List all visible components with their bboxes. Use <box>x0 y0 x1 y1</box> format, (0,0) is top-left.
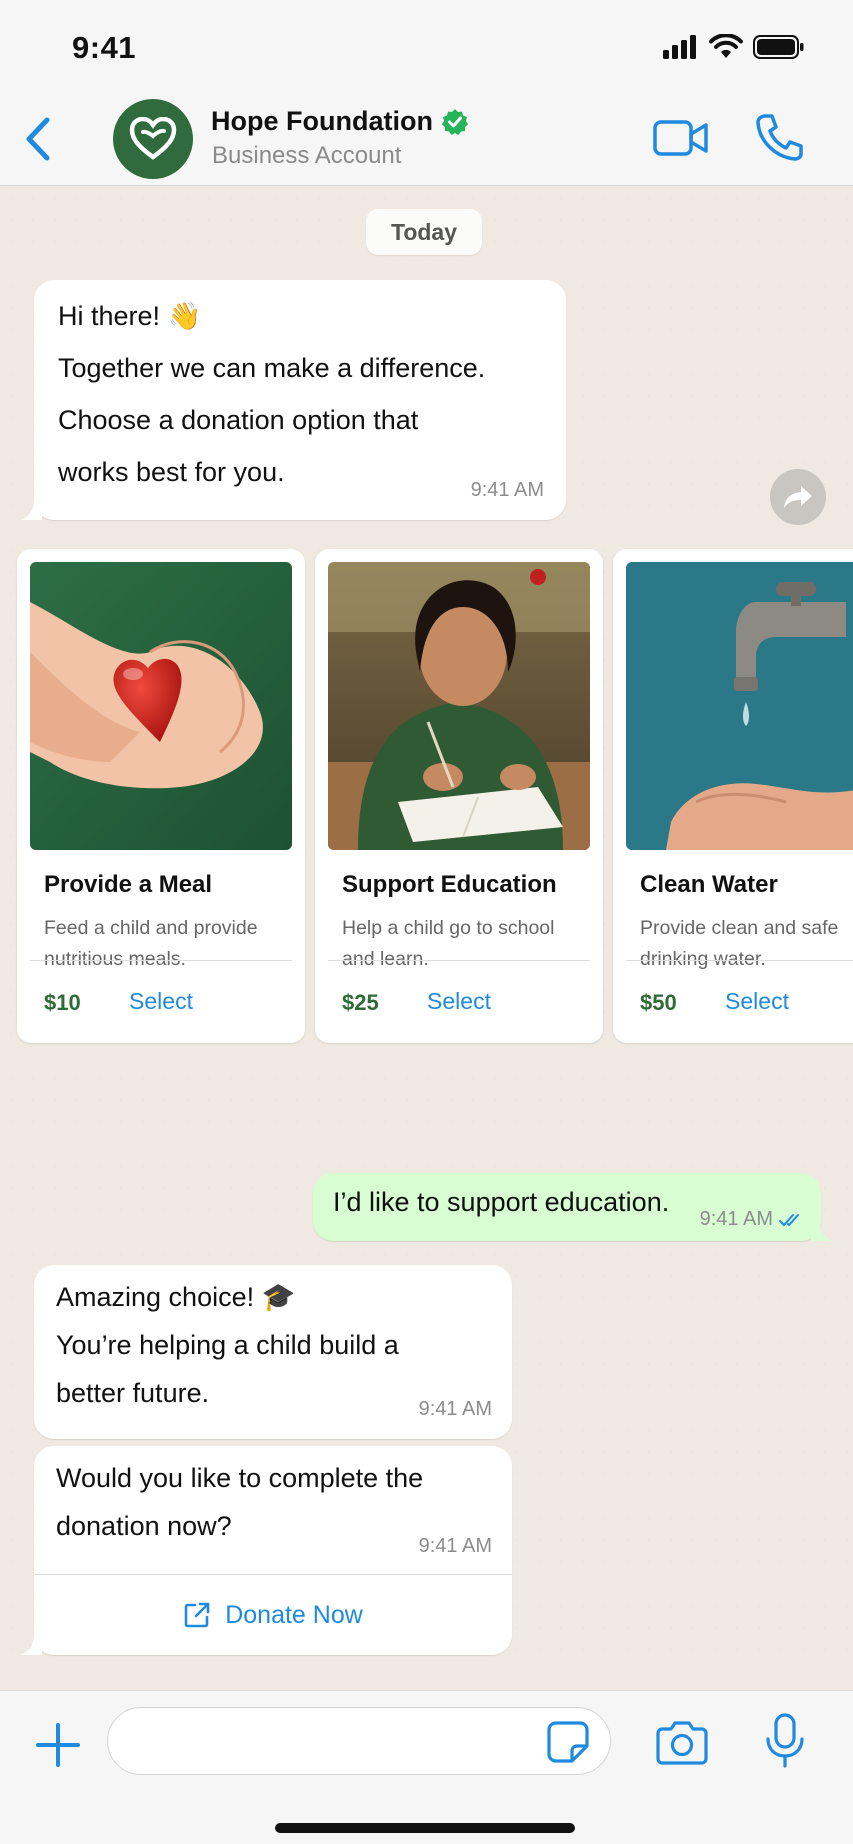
message-timestamp: 9:41 AM <box>700 1208 805 1231</box>
select-button[interactable]: Select <box>17 961 305 1041</box>
message-timestamp: 9:41 AM <box>418 1535 492 1557</box>
sticker-icon <box>547 1721 589 1763</box>
message-input[interactable] <box>130 1708 530 1774</box>
message-input-box[interactable] <box>107 1707 611 1775</box>
message-timestamp: 9:41 AM <box>418 1398 492 1420</box>
donate-now-label: Donate Now <box>225 1600 363 1629</box>
wifi-icon <box>709 34 743 58</box>
message-text: I’d like to support education. <box>333 1187 670 1217</box>
date-separator: Today <box>366 209 482 255</box>
chevron-left-icon <box>26 117 50 161</box>
message-line: works best for you. <box>58 457 285 487</box>
donate-now-button[interactable]: Donate Now <box>34 1575 512 1655</box>
bubble-tail <box>20 500 42 520</box>
card-title: Clean Water <box>640 871 778 898</box>
contact-name[interactable]: Hope Foundation <box>211 106 469 137</box>
select-button[interactable]: Select <box>315 961 603 1041</box>
message-line: Would you like to complete the <box>56 1463 424 1493</box>
card-image-child-writing <box>328 562 590 850</box>
video-call-button[interactable] <box>653 116 709 160</box>
card-image-heart-in-hands <box>30 562 292 850</box>
video-camera-icon <box>653 120 708 156</box>
message-line: Hi there! 👋 <box>58 301 202 331</box>
message-composer <box>0 1690 853 1844</box>
camera-icon <box>656 1721 708 1765</box>
card-title: Support Education <box>342 871 557 898</box>
external-link-icon <box>184 1602 210 1628</box>
chat-header: Hope Foundation Business Account <box>0 92 853 186</box>
donate-prompt-message[interactable]: Would you like to complete the donation … <box>20 1446 512 1655</box>
verified-badge-icon <box>441 108 468 135</box>
battery-icon <box>753 35 804 59</box>
contact-name-label: Hope Foundation <box>211 106 433 136</box>
microphone-icon <box>766 1713 804 1768</box>
phone-icon <box>756 114 803 161</box>
message-line: You’re helping a child build a <box>56 1330 399 1360</box>
welcome-message[interactable]: Hi there! 👋 Together we can make a diffe… <box>20 280 566 520</box>
reply-message[interactable]: Amazing choice! 🎓 You’re helping a child… <box>34 1265 512 1439</box>
donation-card-education[interactable]: Support Education Help a child go to sch… <box>315 549 603 1043</box>
message-timestamp: 9:41 AM <box>470 479 544 501</box>
donation-card-water[interactable]: Clean Water Provide clean and safe drink… <box>613 549 853 1043</box>
bubble-tail <box>811 1221 833 1241</box>
attach-button[interactable] <box>34 1721 82 1769</box>
message-line: Together we can make a difference. <box>58 353 486 383</box>
avatar[interactable] <box>113 99 193 179</box>
double-check-icon <box>779 1213 799 1226</box>
message-line: Amazing choice! 🎓 <box>56 1282 296 1312</box>
heart-logo-icon <box>129 117 177 160</box>
status-time: 9:41 <box>72 30 137 65</box>
chat-screen: 9:41 Hope Foundation Business Account To… <box>0 0 853 1844</box>
home-indicator <box>275 1823 575 1833</box>
back-button[interactable] <box>18 114 58 164</box>
contact-subtitle: Business Account <box>212 142 402 169</box>
forward-arrow-icon <box>784 486 812 508</box>
chat-area[interactable]: Today Hi there! 👋 Together we can make a… <box>0 187 853 1690</box>
status-icons <box>663 34 805 60</box>
plus-icon <box>36 1723 80 1767</box>
card-image-water-tap <box>626 562 853 850</box>
voice-call-button[interactable] <box>755 112 803 162</box>
message-line: better future. <box>56 1378 210 1408</box>
microphone-button[interactable] <box>763 1713 807 1769</box>
card-title: Provide a Meal <box>44 871 213 898</box>
forward-button[interactable] <box>770 469 826 525</box>
select-button[interactable]: Select <box>613 961 853 1041</box>
outgoing-message[interactable]: I’d like to support education. 9:41 AM <box>313 1173 833 1241</box>
donation-card-meal[interactable]: Provide a Meal Feed a child and provide … <box>17 549 305 1043</box>
status-bar: 9:41 <box>0 0 853 92</box>
timestamp-label: 9:41 AM <box>699 1208 773 1230</box>
message-line: Choose a donation option that <box>58 405 419 435</box>
cellular-signal-icon <box>663 35 696 59</box>
message-line: donation now? <box>56 1511 232 1541</box>
donate-now-wrapper: Donate Now <box>34 1575 512 1655</box>
sticker-button[interactable] <box>546 1720 590 1764</box>
camera-button[interactable] <box>656 1719 708 1765</box>
